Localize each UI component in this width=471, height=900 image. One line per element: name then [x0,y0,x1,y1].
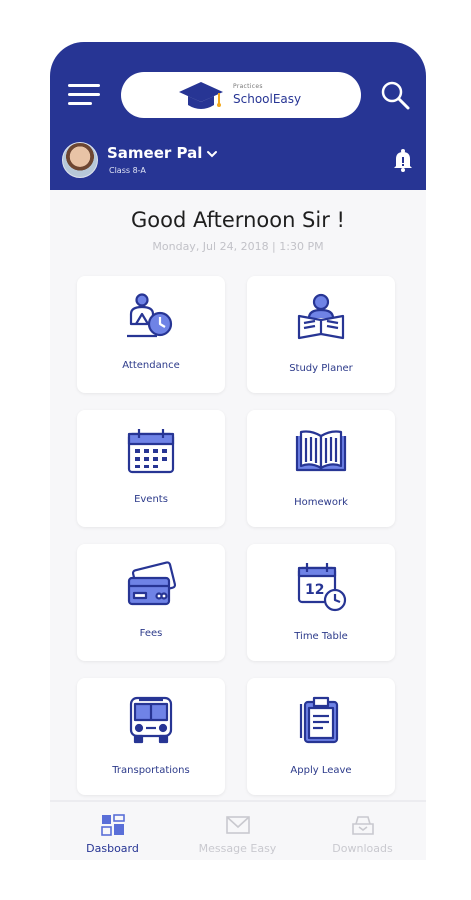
tile-fees[interactable]: Fees [77,544,225,661]
app-screen: Practices SchoolEasy Sameer Pal Class 8-… [50,42,426,860]
tile-study-planer[interactable]: Study Planer [247,276,395,393]
tab-label: Dasboard [86,842,139,855]
tile-homework[interactable]: Homework [247,410,395,527]
logo-tagline: Practices [233,83,263,90]
greeting-title: Good Afternoon Sir ! [131,208,345,232]
download-box-icon [351,816,374,835]
tile-label: Fees [139,628,163,639]
open-book-icon [295,430,347,472]
logo-text: SchoolEasy [233,92,302,106]
tab-dashboard[interactable]: Dasboard [50,802,175,860]
study-planner-icon [297,293,345,340]
search-icon[interactable] [380,80,410,110]
tile-label: Transportations [112,765,190,776]
user-class: Class 8-A [109,166,146,175]
clipboard-icon [299,696,339,744]
tab-label: Downloads [332,842,393,855]
tab-label: Message Easy [198,842,277,855]
graduation-cap-icon [179,82,223,109]
user-name[interactable]: Sameer Pal [107,144,202,162]
tile-label: Apply Leave [290,765,352,776]
bell-icon[interactable] [393,148,413,172]
tile-label: Events [134,494,168,505]
cards-icon [127,561,177,606]
tab-message-easy[interactable]: Message Easy [175,802,300,860]
tile-apply-leave[interactable]: Apply Leave [247,678,395,795]
date-time: Monday, Jul 24, 2018 | 1:30 PM [152,240,324,253]
app-header: Practices SchoolEasy Sameer Pal Class 8-… [50,42,426,190]
envelope-icon [225,816,250,834]
tile-label: Homework [294,497,348,508]
tile-transportations[interactable]: Transportations [77,678,225,795]
calendar-icon [127,429,175,474]
chevron-down-icon[interactable] [206,148,218,160]
tile-events[interactable]: Events [77,410,225,527]
attendance-icon [127,293,173,338]
svg-text:12: 12 [305,582,324,598]
bus-icon [129,696,173,744]
app-logo: Practices SchoolEasy [121,72,361,118]
tile-attendance[interactable]: Attendance [77,276,225,393]
tile-label: Study Planer [289,363,353,374]
menu-icon[interactable] [68,82,102,108]
tile-label: Time Table [294,631,348,642]
calendar-clock-icon: 12 [297,563,347,612]
tile-time-table[interactable]: 12 Time Table [247,544,395,661]
bottom-nav: Dasboard Message Easy Downloads [50,800,426,860]
tile-label: Attendance [122,360,180,371]
tab-downloads[interactable]: Downloads [300,802,425,860]
dashboard-icon [100,814,125,836]
avatar[interactable] [62,142,98,178]
